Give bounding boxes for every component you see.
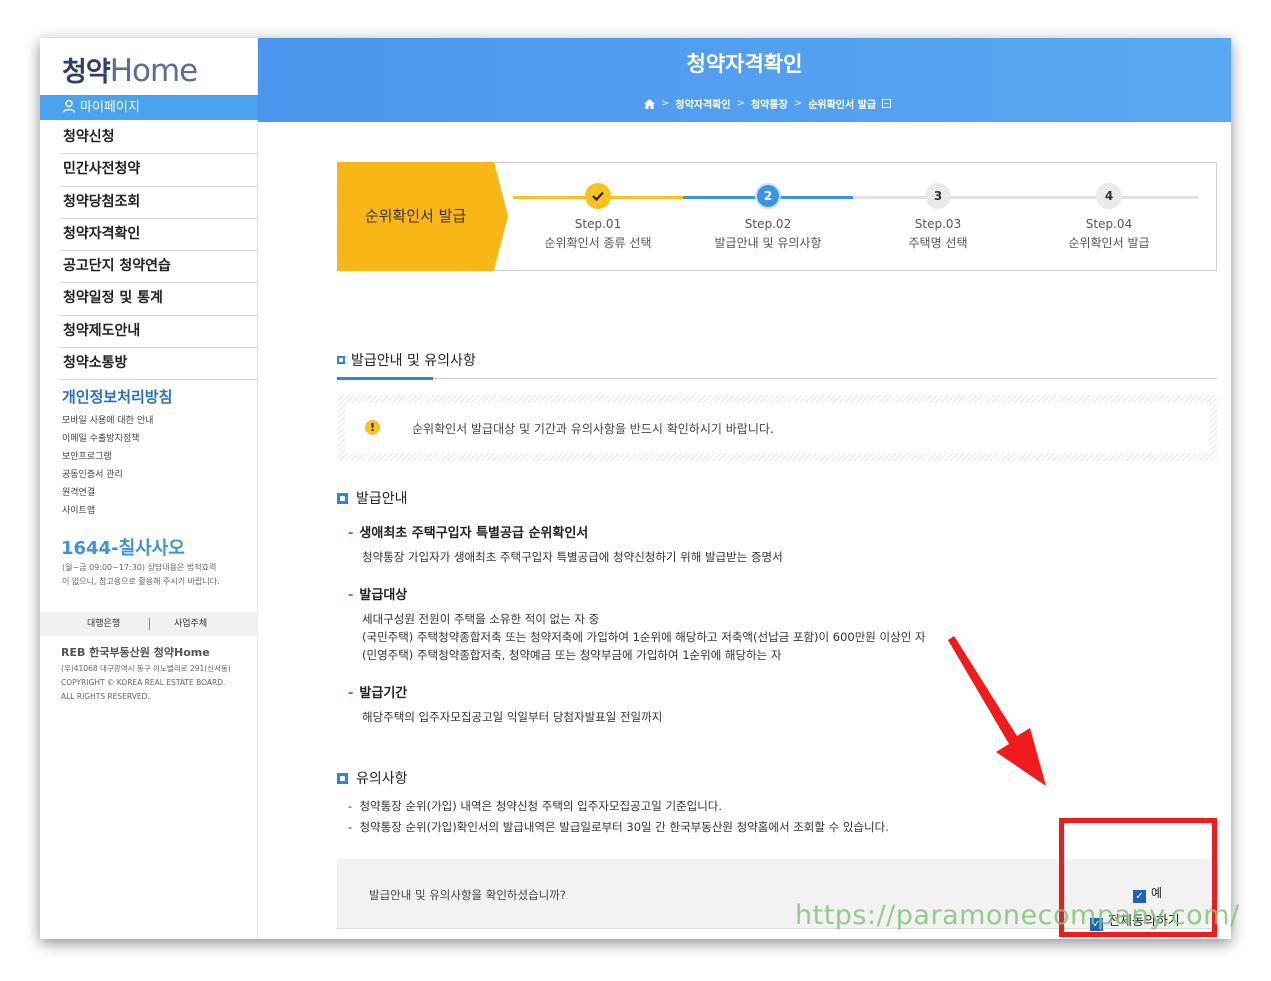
watermark: https://paramonecompany.com/ [795, 900, 1240, 931]
